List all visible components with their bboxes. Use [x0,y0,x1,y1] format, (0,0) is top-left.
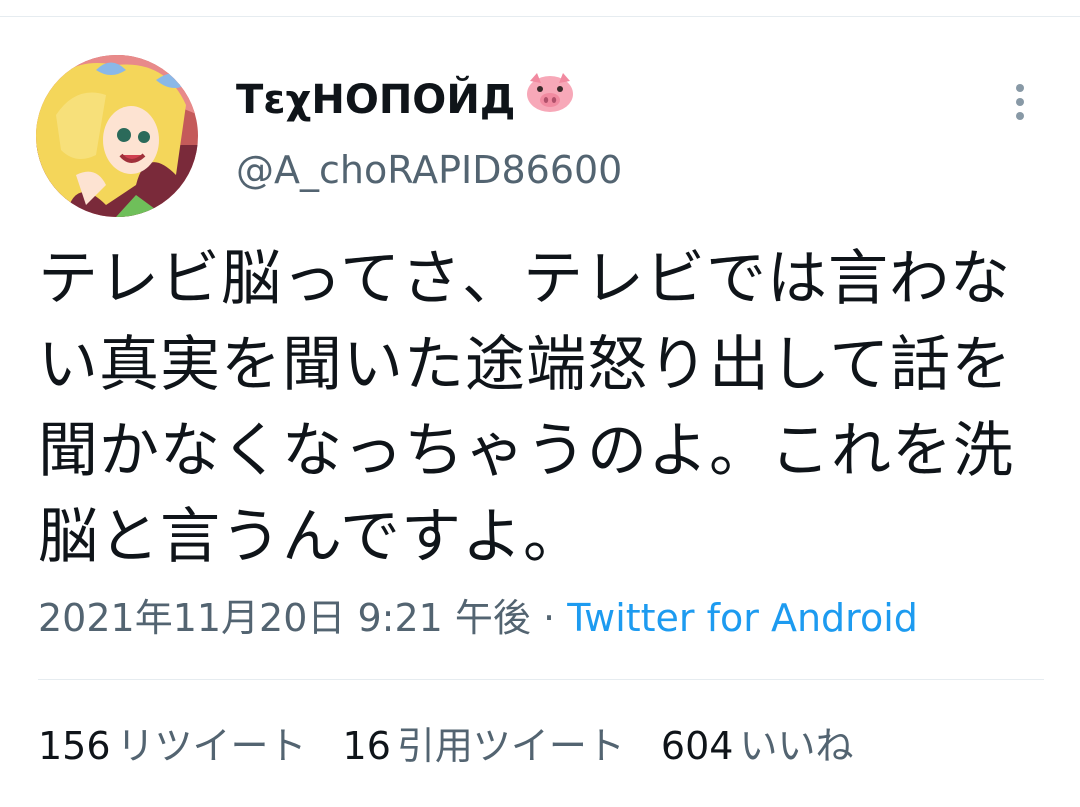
display-name[interactable]: TεχНОПОЙД [236,71,575,126]
more-options-icon [1016,84,1024,92]
more-options-dot [1016,112,1024,120]
likes-stat[interactable]: 604 いいね [661,720,854,772]
username[interactable]: @A_choRAPID86600 [236,146,622,194]
quotes-stat[interactable]: 16 引用ツイート [343,720,625,772]
retweets-label: リツイート [116,724,307,768]
tweet-stats: 156 リツイート 16 引用ツイート 604 いいね [38,720,853,772]
likes-label: いいね [739,724,854,768]
display-name-text: TεχНОПОЙД [236,77,516,123]
avatar-image [36,55,198,217]
tweet-text: テレビ脳ってさ、テレビでは言わない真実を聞いた途端怒り出して話を聞かなくなっちゃ… [38,244,1014,572]
source-link[interactable]: Twitter for Android [567,596,918,640]
stats-divider [38,679,1044,680]
more-options-dot [1016,98,1024,106]
tweet-detail: TεχНОПОЙД @A_choRAPID86600 テレビ脳ってさ、テレビでは… [0,0,1080,807]
pig-face-icon [525,71,575,126]
timestamp[interactable]: 2021年11月20日 9:21 午後 [38,596,531,640]
top-divider [0,16,1080,17]
tweet-meta: 2021年11月20日 9:21 午後 · Twitter for Androi… [38,592,918,644]
likes-count: 604 [660,724,734,768]
quotes-label: 引用ツイート [396,724,625,768]
retweets-stat[interactable]: 156 リツイート [38,720,307,772]
retweets-count: 156 [38,724,111,768]
more-options-button[interactable] [1000,80,1040,124]
meta-separator: · [543,596,556,640]
avatar[interactable] [36,55,198,217]
quotes-count: 16 [342,724,391,768]
